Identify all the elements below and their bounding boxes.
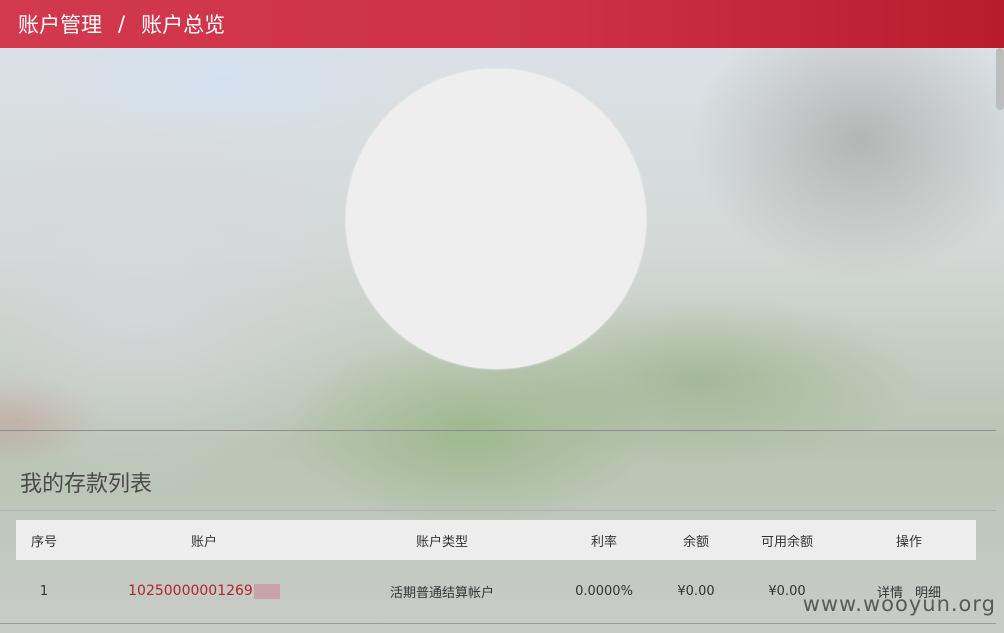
breadcrumb-separator: / [118, 12, 126, 36]
column-header-account: 账户 [190, 534, 217, 550]
table-bottom-divider [0, 623, 996, 624]
title-divider [0, 510, 996, 511]
column-header-index: 序号 [30, 534, 57, 550]
column-header-balance: 余额 [682, 534, 709, 550]
redaction-mask [253, 584, 280, 599]
breadcrumb-account-management[interactable]: 账户管理 [18, 9, 102, 39]
row-balance: ¥0.00 [677, 583, 715, 599]
column-header-rate: 利率 [590, 534, 617, 550]
column-header-account-type: 账户类型 [415, 534, 468, 550]
row-account-cell: 10250000001269 [72, 583, 336, 599]
column-header-available: 可用余额 [760, 534, 813, 550]
row-rate: 0.0000% [575, 583, 633, 599]
column-header-actions: 操作 [895, 534, 922, 550]
scrollbar-thumb[interactable] [996, 48, 1004, 110]
row-account-type: 活期普通结算帐户 [389, 585, 494, 601]
account-overview-page: 账户管理 / 账户总览 我的存款列表 序号 账户 账户类型 利率 余额 可用余额… [0, 0, 1004, 633]
row-index: 1 [39, 583, 49, 599]
breadcrumb-account-overview: 账户总览 [141, 13, 226, 37]
table-header: 序号 账户 账户类型 利率 余额 可用余额 操作 [16, 520, 976, 560]
page-header: 账户管理 / 账户总览 [0, 0, 1004, 48]
watermark-text: www.wooyun.org [802, 592, 996, 616]
avatar [346, 69, 646, 369]
section-divider [0, 430, 996, 431]
deposit-list-title: 我的存款列表 [20, 472, 153, 497]
account-number-link[interactable]: 10250000001269 [128, 583, 253, 599]
